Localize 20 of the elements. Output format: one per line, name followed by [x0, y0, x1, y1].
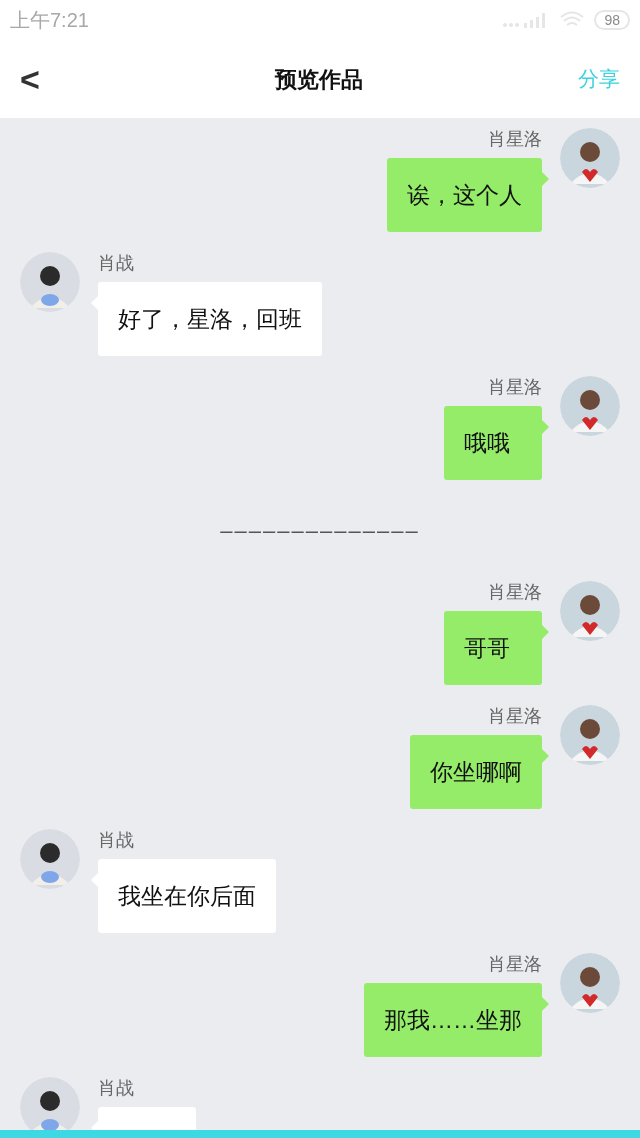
- sender-name: 肖星洛: [488, 128, 542, 150]
- message-bubble: 哥哥: [444, 611, 542, 685]
- back-button[interactable]: <: [20, 53, 60, 105]
- message-bubble: 哦哦: [444, 406, 542, 480]
- page-title: 预览作品: [275, 65, 363, 94]
- battery-indicator: 98: [594, 10, 630, 30]
- sender-name: 肖星洛: [488, 376, 542, 398]
- sender-name: 肖战: [98, 829, 134, 851]
- sender-name: 肖星洛: [488, 953, 542, 975]
- section-divider: ––––––––––––––: [220, 517, 420, 545]
- status-time: 上午7:21: [10, 8, 89, 33]
- message-bubble: 诶，这个人: [387, 158, 542, 232]
- sender-name: 肖星洛: [488, 705, 542, 727]
- message-bubble: 好了，星洛，回班: [98, 282, 322, 356]
- message-bubble: 你坐哪啊: [410, 735, 542, 809]
- sender-name: 肖战: [98, 1077, 134, 1099]
- sender-name: 肖星洛: [488, 581, 542, 603]
- message-bubble: 我坐在你后面: [98, 859, 276, 933]
- message-bubble: 那我……坐那: [364, 983, 542, 1057]
- sender-name: 肖战: [98, 252, 134, 274]
